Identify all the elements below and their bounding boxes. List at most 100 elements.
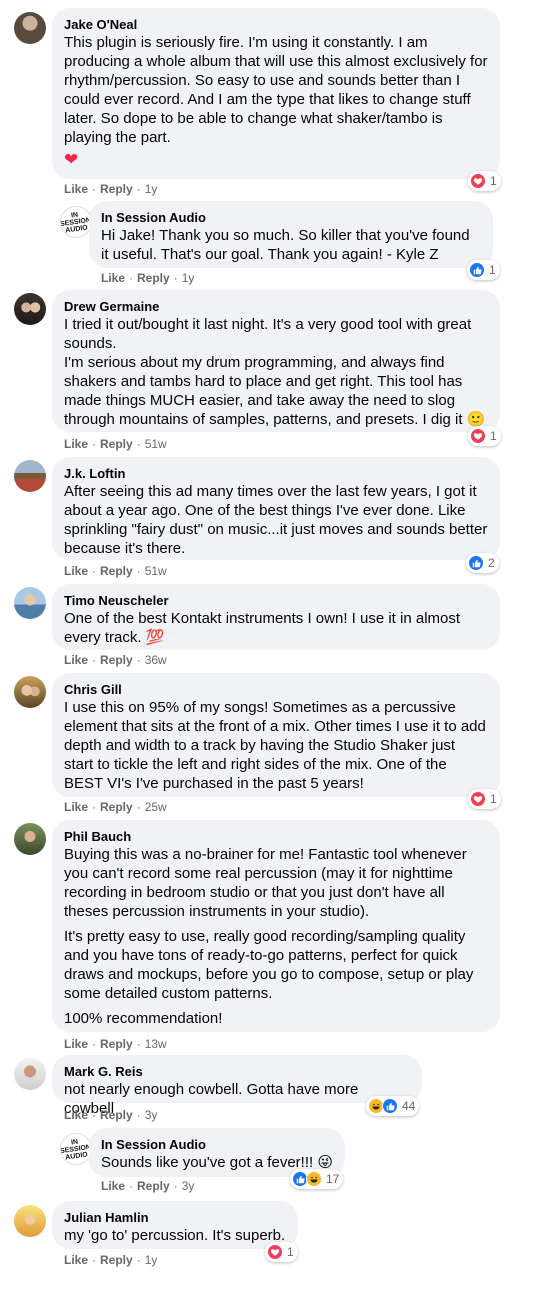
comment-text: I tried it out/bought it last night. It'… bbox=[64, 315, 488, 429]
comment-actions: Like · Reply · 3y bbox=[101, 1179, 195, 1193]
avatar[interactable]: IN SESSION AUDIO bbox=[60, 206, 92, 238]
timestamp[interactable]: 51w bbox=[145, 564, 167, 578]
in-session-audio-logo: IN SESSION AUDIO bbox=[60, 211, 92, 234]
comment-bubble: Drew Germaine I tried it out/bought it l… bbox=[52, 290, 500, 432]
like-link[interactable]: Like bbox=[64, 182, 88, 196]
timestamp[interactable]: 36w bbox=[145, 653, 167, 667]
like-link[interactable]: Like bbox=[64, 437, 88, 451]
comment-text: After seeing this ad many times over the… bbox=[64, 482, 488, 558]
avatar[interactable] bbox=[14, 676, 46, 708]
avatar[interactable] bbox=[14, 460, 46, 492]
comment-paragraph: I use this on 95% of my songs! Sometimes… bbox=[64, 699, 486, 792]
author-name[interactable]: Chris Gill bbox=[64, 681, 488, 698]
comment-paragraph: After seeing this ad many times over the… bbox=[64, 483, 488, 557]
reply-link[interactable]: Reply bbox=[100, 564, 133, 578]
comment-paragraph: Buying this was a no-brainer for me! Fan… bbox=[64, 846, 467, 920]
comment-paragraph: Hi Jake! Thank you so much. So killer th… bbox=[101, 227, 470, 263]
reaction-count: 1 bbox=[287, 1245, 294, 1259]
in-session-audio-logo: IN SESSION AUDIO bbox=[60, 1138, 92, 1161]
comment-text: I use this on 95% of my songs! Sometimes… bbox=[64, 698, 488, 793]
avatar[interactable] bbox=[14, 1205, 46, 1237]
reply-link[interactable]: Reply bbox=[100, 1108, 133, 1122]
author-name[interactable]: J.k. Loftin bbox=[64, 465, 488, 482]
reactions-summary[interactable]: 1 bbox=[468, 171, 501, 191]
love-reaction-icon bbox=[267, 1244, 283, 1260]
reply-link[interactable]: Reply bbox=[100, 653, 133, 667]
avatar[interactable] bbox=[14, 1058, 46, 1090]
reaction-count: 2 bbox=[488, 556, 495, 570]
comment-paragraph: This plugin is seriously fire. I'm using… bbox=[64, 34, 488, 146]
timestamp[interactable]: 3y bbox=[145, 1108, 158, 1122]
reply-link[interactable]: Reply bbox=[100, 800, 133, 814]
comment-text: This plugin is seriously fire. I'm using… bbox=[64, 33, 488, 170]
comment-bubble: Chris Gill I use this on 95% of my songs… bbox=[52, 673, 500, 797]
comment-paragraph: I tried it out/bought it last night. It'… bbox=[64, 316, 472, 352]
reply-link[interactable]: Reply bbox=[137, 1179, 170, 1193]
like-link[interactable]: Like bbox=[64, 1037, 88, 1051]
author-name[interactable]: In Session Audio bbox=[101, 1136, 333, 1153]
reactions-summary[interactable]: 17 bbox=[290, 1169, 344, 1189]
avatar[interactable] bbox=[14, 823, 46, 855]
comment-paragraph: my 'go to' percussion. It's superb. bbox=[64, 1227, 286, 1244]
author-name[interactable]: Drew Germaine bbox=[64, 298, 488, 315]
author-name[interactable]: In Session Audio bbox=[101, 209, 481, 226]
reactions-summary[interactable]: 1 bbox=[467, 260, 500, 280]
timestamp[interactable]: 25w bbox=[145, 800, 167, 814]
avatar[interactable] bbox=[14, 12, 46, 44]
author-name[interactable]: Jake O'Neal bbox=[64, 16, 488, 33]
reply-link[interactable]: Reply bbox=[137, 271, 170, 285]
like-link[interactable]: Like bbox=[101, 271, 125, 285]
like-link[interactable]: Like bbox=[64, 1253, 88, 1267]
like-link[interactable]: Like bbox=[64, 1108, 88, 1122]
reactions-summary[interactable]: 1 bbox=[265, 1242, 298, 1262]
reactions-summary[interactable]: 44 bbox=[366, 1096, 420, 1116]
timestamp[interactable]: 1y bbox=[145, 182, 158, 196]
heart-emoji-icon: ❤ bbox=[64, 150, 79, 170]
comment-actions: Like · Reply · 51w bbox=[64, 437, 167, 451]
comment-actions: Like · Reply · 1y bbox=[101, 271, 195, 285]
comment-actions: Like · Reply · 25w bbox=[64, 800, 167, 814]
like-link[interactable]: Like bbox=[101, 1179, 125, 1193]
avatar[interactable] bbox=[14, 293, 46, 325]
comment-actions: Like · Reply · 36w bbox=[64, 653, 167, 667]
comment-paragraph: One of the best Kontakt instruments I ow… bbox=[64, 610, 461, 646]
comment-bubble: J.k. Loftin After seeing this ad many ti… bbox=[52, 457, 500, 560]
author-name[interactable]: Mark G. Reis bbox=[64, 1063, 410, 1080]
like-link[interactable]: Like bbox=[64, 564, 88, 578]
like-link[interactable]: Like bbox=[64, 653, 88, 667]
reply-link[interactable]: Reply bbox=[100, 1037, 133, 1051]
like-reaction-icon bbox=[469, 262, 485, 278]
like-link[interactable]: Like bbox=[64, 800, 88, 814]
comment-bubble: In Session Audio Hi Jake! Thank you so m… bbox=[89, 201, 493, 268]
reply-link[interactable]: Reply bbox=[100, 437, 133, 451]
reply-link[interactable]: Reply bbox=[100, 182, 133, 196]
reactions-summary[interactable]: 1 bbox=[468, 789, 501, 809]
comment-actions: Like · Reply · 13w bbox=[64, 1037, 167, 1051]
timestamp[interactable]: 3y bbox=[182, 1179, 195, 1193]
timestamp[interactable]: 1y bbox=[182, 271, 195, 285]
comment-text: One of the best Kontakt instruments I ow… bbox=[64, 609, 488, 647]
reaction-count: 1 bbox=[489, 263, 496, 277]
comment-text: Hi Jake! Thank you so much. So killer th… bbox=[101, 226, 481, 264]
reactions-summary[interactable]: 1 bbox=[468, 426, 501, 446]
author-name[interactable]: Timo Neuscheler bbox=[64, 592, 488, 609]
reaction-count: 1 bbox=[490, 792, 497, 806]
reaction-count: 44 bbox=[402, 1099, 416, 1113]
comment-text: my 'go to' percussion. It's superb. bbox=[64, 1226, 286, 1245]
author-name[interactable]: Phil Bauch bbox=[64, 828, 488, 845]
timestamp[interactable]: 51w bbox=[145, 437, 167, 451]
comment-bubble: Timo Neuscheler One of the best Kontakt … bbox=[52, 584, 500, 650]
love-reaction-icon bbox=[470, 791, 486, 807]
avatar[interactable] bbox=[14, 587, 46, 619]
reactions-summary[interactable]: 2 bbox=[466, 553, 499, 573]
comment-paragraph: It's pretty easy to use, really good rec… bbox=[64, 928, 474, 1002]
avatar[interactable]: IN SESSION AUDIO bbox=[60, 1133, 92, 1165]
author-name[interactable]: Julian Hamlin bbox=[64, 1209, 286, 1226]
comment-paragraph: 100% recommendation! bbox=[64, 1010, 223, 1027]
comment-actions: Like · Reply · 1y bbox=[64, 182, 158, 196]
love-reaction-icon bbox=[470, 428, 486, 444]
comment-bubble: Jake O'Neal This plugin is seriously fir… bbox=[52, 8, 500, 179]
timestamp[interactable]: 1y bbox=[145, 1253, 158, 1267]
reply-link[interactable]: Reply bbox=[100, 1253, 133, 1267]
timestamp[interactable]: 13w bbox=[145, 1037, 167, 1051]
